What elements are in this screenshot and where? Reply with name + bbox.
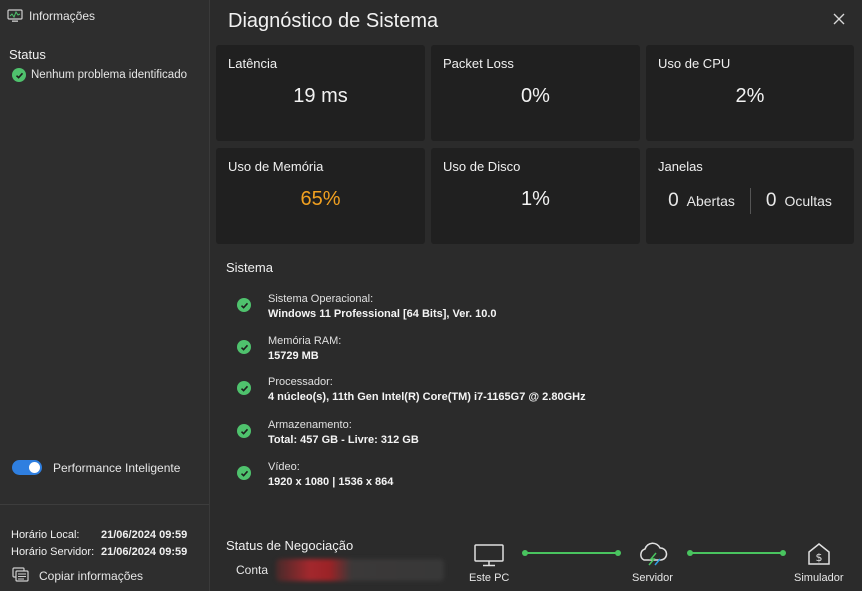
system-item-ram: Memória RAM: 15729 MB: [237, 334, 341, 364]
server-time-value: 21/06/2024 09:59: [101, 546, 188, 558]
cloud-icon: [635, 541, 669, 572]
node-pc-label: Este PC: [469, 572, 510, 584]
memory-label: Uso de Memória: [228, 159, 324, 174]
latency-label: Latência: [228, 56, 278, 71]
latency-value: 19 ms: [293, 85, 348, 107]
latency-card: Latência 19 ms: [216, 45, 425, 141]
svg-text:$: $: [815, 551, 822, 564]
node-pc: Este PC: [469, 543, 509, 584]
node-simulator-label: Simulador: [794, 572, 844, 584]
windows-hidden-label: Ocultas: [784, 193, 832, 209]
cpu-value: 2%: [735, 85, 765, 107]
performance-toggle-row: Performance Inteligente: [12, 460, 180, 475]
windows-open-count: 0: [668, 190, 679, 211]
local-time: Horário Local: 21/06/2024 09:59: [11, 529, 187, 541]
system-item-video: Vídeo: 1920 x 1080 | 1536 x 864: [237, 460, 393, 490]
packet-loss-card: Packet Loss 0%: [431, 45, 640, 141]
copy-info-label: Copiar informações: [39, 569, 144, 583]
monitor-icon: [473, 543, 505, 572]
windows-card: Janelas 0 Abertas 0 Ocultas: [646, 148, 854, 244]
cpu-label: Uso de CPU: [658, 56, 731, 71]
windows-counts: 0 Abertas 0 Ocultas: [646, 188, 854, 214]
copy-info-button[interactable]: Copiar informações: [12, 567, 143, 585]
link-server-simulator: [687, 550, 786, 556]
server-time-label: Horário Servidor:: [11, 546, 95, 558]
check-icon: [237, 340, 251, 354]
check-icon: [12, 68, 26, 82]
system-item-value: 15729 MB: [268, 350, 319, 362]
system-item-key: Vídeo:: [268, 461, 300, 473]
local-time-label: Horário Local:: [11, 529, 80, 541]
sidebar-divider: [0, 504, 209, 505]
windows-divider: [749, 188, 751, 214]
node-simulator: $ Simulador: [794, 541, 844, 584]
check-icon: [237, 381, 251, 395]
system-item-key: Armazenamento:: [268, 419, 352, 431]
windows-label: Janelas: [658, 159, 703, 174]
copy-icon: [12, 567, 29, 585]
status-title: Status: [9, 47, 46, 62]
windows-open-label: Abertas: [686, 193, 735, 209]
performance-toggle-label: Performance Inteligente: [53, 460, 181, 475]
sidebar: Informações Status Nenhum problema ident…: [0, 0, 210, 591]
sidebar-header: Informações: [7, 9, 95, 23]
system-item-storage: Armazenamento: Total: 457 GB - Livre: 312…: [237, 418, 419, 448]
disk-card: Uso de Disco 1%: [431, 148, 640, 244]
packet-loss-value: 0%: [521, 85, 550, 107]
link-pc-server: [522, 550, 621, 556]
monitor-icon: [7, 9, 23, 23]
check-icon: [237, 466, 251, 480]
disk-value: 1%: [521, 188, 550, 210]
server-time: Horário Servidor: 21/06/2024 09:59: [11, 546, 187, 558]
disk-label: Uso de Disco: [443, 159, 521, 174]
system-item-value: Windows 11 Professional [64 Bits], Ver. …: [268, 308, 497, 320]
system-item-os: Sistema Operacional: Windows 11 Professio…: [237, 292, 497, 322]
memory-card: Uso de Memória 65%: [216, 148, 425, 244]
sidebar-header-label: Informações: [29, 9, 96, 23]
system-item-key: Memória RAM:: [268, 335, 342, 347]
performance-toggle[interactable]: [12, 460, 42, 475]
check-icon: [237, 298, 251, 312]
check-icon: [237, 424, 251, 438]
account-label: Conta: [236, 563, 269, 577]
local-time-value: 21/06/2024 09:59: [101, 529, 188, 541]
system-title: Sistema: [226, 260, 273, 275]
negotiation-title: Status de Negociação: [226, 538, 354, 553]
packet-loss-label: Packet Loss: [443, 56, 514, 71]
page-title: Diagnóstico de Sistema: [228, 10, 439, 32]
status-text: Nenhum problema identificado: [31, 69, 187, 81]
system-item-key: Sistema Operacional:: [268, 293, 374, 305]
node-server: Servidor: [632, 541, 673, 584]
system-item-value: 1920 x 1080 | 1536 x 864: [268, 476, 394, 488]
close-icon[interactable]: [833, 12, 845, 25]
system-item-value: 4 núcleo(s), 11th Gen Intel(R) Core(TM) …: [268, 391, 586, 403]
system-item-key: Processador:: [268, 376, 333, 388]
system-item-cpu: Processador: 4 núcleo(s), 11th Gen Intel(…: [237, 375, 586, 405]
system-item-value: Total: 457 GB - Livre: 312 GB: [268, 434, 419, 446]
account-value-redacted: [276, 559, 444, 581]
house-dollar-icon: $: [805, 541, 833, 572]
cpu-card: Uso de CPU 2%: [646, 45, 854, 141]
node-server-label: Servidor: [632, 572, 673, 584]
memory-value: 65%: [300, 188, 341, 210]
windows-hidden-count: 0: [765, 190, 777, 211]
status-row: Nenhum problema identificado: [12, 68, 187, 82]
